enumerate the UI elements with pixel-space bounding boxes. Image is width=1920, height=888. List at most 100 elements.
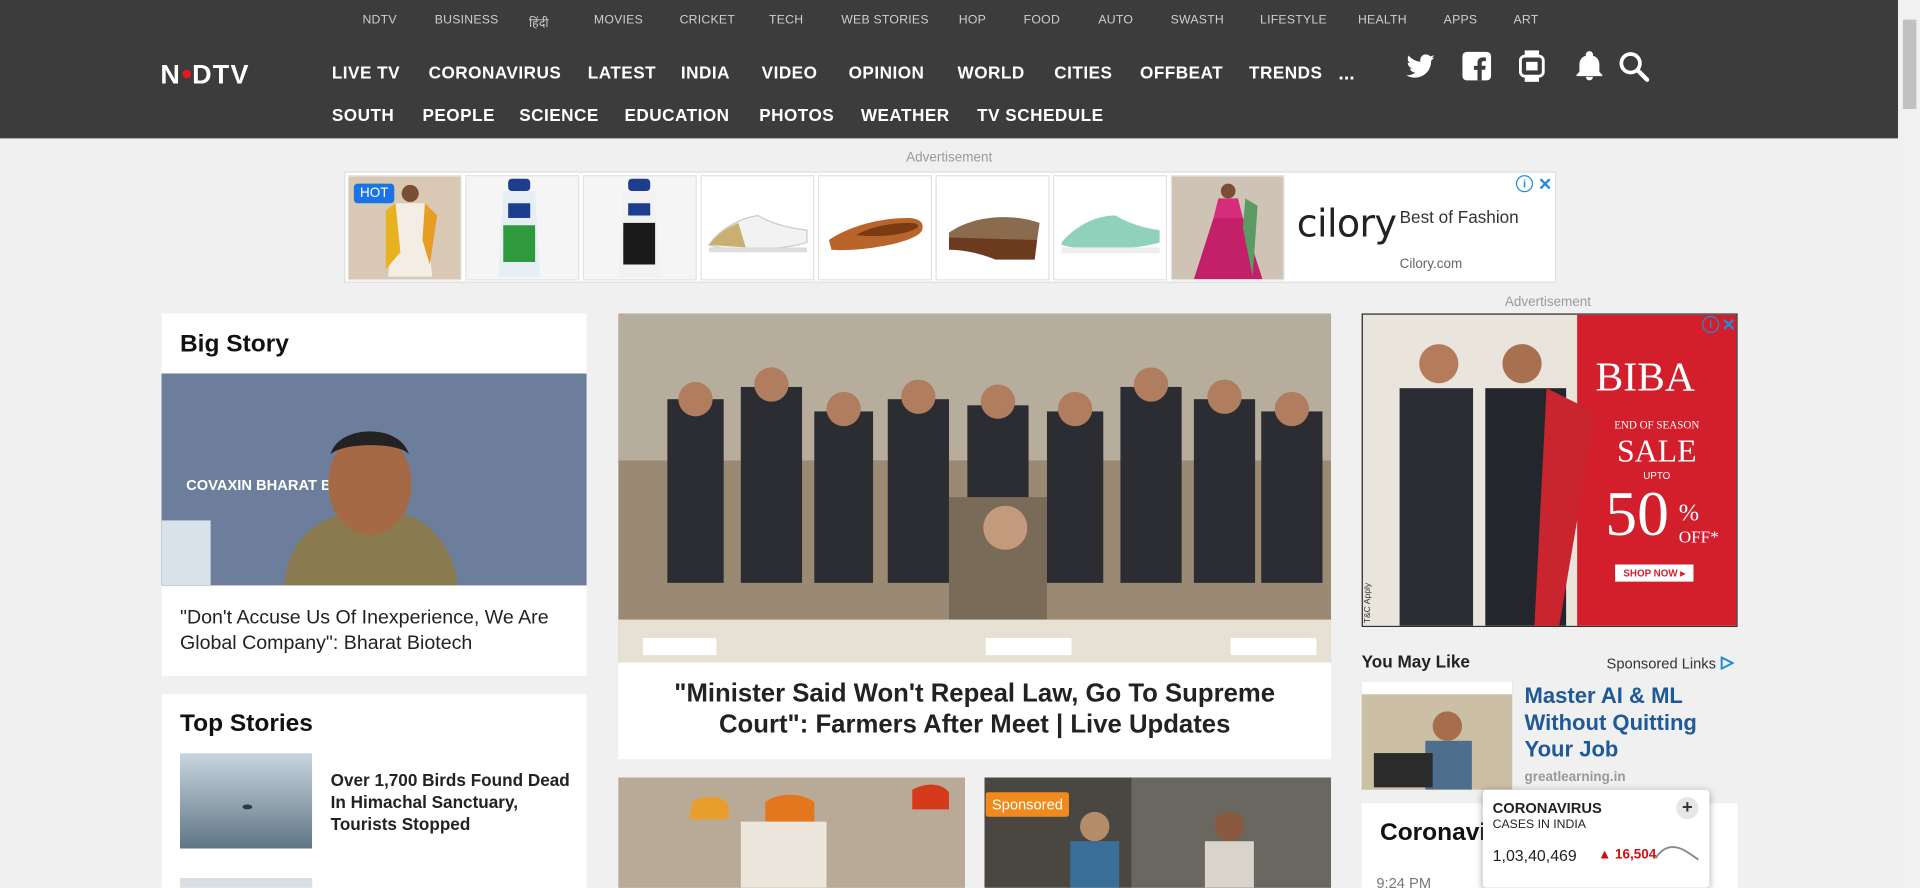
ad-product-flat-brown[interactable] xyxy=(817,175,932,281)
ad-product-kurta[interactable]: HOT xyxy=(347,175,462,281)
scrollbar-thumb[interactable] xyxy=(1902,19,1917,109)
trend-sparkline-icon xyxy=(1654,846,1699,861)
subnav-apps[interactable]: APPS xyxy=(1444,13,1478,26)
farmers-photo xyxy=(618,777,965,888)
logo-red-dot xyxy=(182,70,191,79)
site-header: NDTV BUSINESS हिंदी MOVIES CRICKET TECH … xyxy=(0,0,1898,139)
subnav-health[interactable]: HEALTH xyxy=(1358,13,1407,26)
adchoices-icon-side[interactable]: i xyxy=(1702,315,1720,334)
advertisement-label: Advertisement xyxy=(906,150,993,166)
nav-india[interactable]: INDIA xyxy=(681,62,730,82)
nav-coronavirus[interactable]: CORONAVIRUS xyxy=(429,62,562,82)
nav-world[interactable]: WORLD xyxy=(958,62,1025,82)
subnav-hindi[interactable]: हिंदी xyxy=(529,13,549,30)
vertical-scrollbar[interactable] xyxy=(1899,0,1920,888)
ad-product-shampoo-2[interactable] xyxy=(582,175,697,281)
lower-story-image-1[interactable] xyxy=(618,777,965,888)
top-story-image-2[interactable] xyxy=(180,877,313,888)
sponsored-links-text: Sponsored Links xyxy=(1606,655,1717,673)
subnav-art[interactable]: ART xyxy=(1513,13,1538,26)
ad-product-lehenga[interactable] xyxy=(1170,175,1285,281)
you-may-like-image[interactable] xyxy=(1361,682,1513,790)
brown-flat-shoe-image xyxy=(819,176,931,280)
nav-live-tv[interactable]: LIVE TV xyxy=(332,62,400,82)
subnav-auto[interactable]: AUTO xyxy=(1098,13,1133,26)
biba-tnc-text: T&C Apply xyxy=(1363,582,1372,623)
facebook-icon[interactable] xyxy=(1460,49,1494,83)
lead-story-image[interactable] xyxy=(618,313,1332,663)
taboola-icon xyxy=(1720,655,1735,671)
nav-south[interactable]: SOUTH xyxy=(332,105,394,125)
close-ad-icon[interactable]: ✕ xyxy=(1538,174,1552,195)
logo-text-right: DTV xyxy=(192,58,250,90)
subnav-hop[interactable]: HOP xyxy=(959,13,986,26)
nav-latest[interactable]: LATEST xyxy=(588,62,656,82)
big-story-headline[interactable]: "Don't Accuse Us Of Inexperience, We Are… xyxy=(180,605,572,656)
ad-product-wedge[interactable] xyxy=(935,175,1050,281)
biba-ad-creative: BIBA END OF SEASON SALE UPTO 50 % OFF* S… xyxy=(1362,314,1737,626)
nav-education[interactable]: EDUCATION xyxy=(624,105,729,125)
ad-product-shampoo-1[interactable] xyxy=(465,175,580,281)
top-story-image[interactable] xyxy=(180,753,313,849)
minister-meeting-photo xyxy=(618,313,1332,663)
cilory-ad-title[interactable]: Best of Fashion xyxy=(1400,207,1519,227)
subnav-web-stories[interactable]: WEB STORIES xyxy=(841,13,929,26)
subnav-food[interactable]: FOOD xyxy=(1024,13,1060,26)
bell-icon[interactable] xyxy=(1572,49,1606,83)
cilory-ad-url[interactable]: Cilory.com xyxy=(1400,257,1463,272)
subnav-lifestyle[interactable]: LIFESTYLE xyxy=(1260,13,1327,26)
top-story-headline[interactable]: Over 1,700 Birds Found Dead In Himachal … xyxy=(331,769,576,835)
subnav-ndtv[interactable]: NDTV xyxy=(362,13,396,26)
ad-product-sneaker-white[interactable] xyxy=(700,175,815,281)
big-story-heading: Big Story xyxy=(180,330,289,358)
you-may-like-heading: You May Like xyxy=(1361,651,1470,672)
new-cases-value: ▲ 16,504 xyxy=(1598,847,1656,862)
nav-people[interactable]: PEOPLE xyxy=(422,105,494,125)
expand-popup-button[interactable]: + xyxy=(1676,797,1699,820)
nav-offbeat[interactable]: OFFBEAT xyxy=(1140,62,1223,82)
adchoices-icon[interactable]: i xyxy=(1515,175,1534,193)
laptop-student-photo xyxy=(1361,682,1513,790)
new-cases-number: 16,504 xyxy=(1615,847,1657,863)
nav-trends[interactable]: TRENDS xyxy=(1249,62,1322,82)
shampoo-bottle-image xyxy=(466,176,578,280)
biba-logo: BIBA xyxy=(1596,355,1695,401)
twitter-icon[interactable] xyxy=(1403,49,1437,83)
close-side-ad-icon[interactable]: ✕ xyxy=(1722,315,1736,336)
biba-side-ad[interactable]: BIBA END OF SEASON SALE UPTO 50 % OFF* S… xyxy=(1361,313,1738,627)
nav-weather[interactable]: WEATHER xyxy=(861,105,950,125)
big-story-image[interactable]: COVAXIN BHARAT BIOTECH xyxy=(161,373,587,586)
biba-percent-value: 50 xyxy=(1605,478,1669,549)
subnav-business[interactable]: BUSINESS xyxy=(435,13,499,26)
coronavirus-cases-popup[interactable]: CORONAVIRUS CASES IN INDIA 1,03,40,469 ▲… xyxy=(1482,789,1710,888)
coronavirus-widget-title: Coronavi xyxy=(1380,819,1487,847)
sponsored-links-label[interactable]: Sponsored Links xyxy=(1606,655,1735,673)
subnav-cricket[interactable]: CRICKET xyxy=(680,13,735,26)
wedge-sandal-image xyxy=(936,176,1049,280)
nav-video[interactable]: VIDEO xyxy=(762,62,818,82)
biba-shop-now[interactable]: SHOP NOW ▸ xyxy=(1623,569,1686,580)
smartwatch-icon[interactable] xyxy=(1515,49,1549,83)
search-icon[interactable] xyxy=(1616,49,1650,83)
advertisement-label-side: Advertisement xyxy=(1504,295,1592,310)
nav-opinion[interactable]: OPINION xyxy=(849,62,925,82)
nav-cities[interactable]: CITIES xyxy=(1054,62,1112,82)
subnav-swasth[interactable]: SWASTH xyxy=(1171,13,1224,26)
popup-subtitle: CASES IN INDIA xyxy=(1492,817,1586,832)
ndtv-logo[interactable]: N DTV xyxy=(160,59,249,91)
subnav-tech[interactable]: TECH xyxy=(769,13,803,26)
nav-more-button[interactable]: ... xyxy=(1338,64,1354,86)
you-may-like-source: greatlearning.in xyxy=(1524,770,1626,785)
nav-tv-schedule[interactable]: TV SCHEDULE xyxy=(977,105,1103,125)
nav-science[interactable]: SCIENCE xyxy=(519,105,599,125)
cilory-logo[interactable]: cilory xyxy=(1297,202,1397,246)
lead-story-headline[interactable]: "Minister Said Won't Repeal Law, Go To S… xyxy=(631,678,1319,739)
subnav-movies[interactable]: MOVIES xyxy=(594,13,643,26)
nav-photos[interactable]: PHOTOS xyxy=(759,105,834,125)
you-may-like-title[interactable]: Master AI & ML Without Quitting Your Job xyxy=(1525,682,1733,763)
top-stories-heading: Top Stories xyxy=(180,710,313,738)
banner-ad[interactable]: HOT cilory Best of Fashion Cilory.com i … xyxy=(344,171,1557,283)
logo-text-left: N xyxy=(160,58,182,90)
hot-badge: HOT xyxy=(353,183,395,204)
ad-product-sneaker-mint[interactable] xyxy=(1053,175,1167,281)
